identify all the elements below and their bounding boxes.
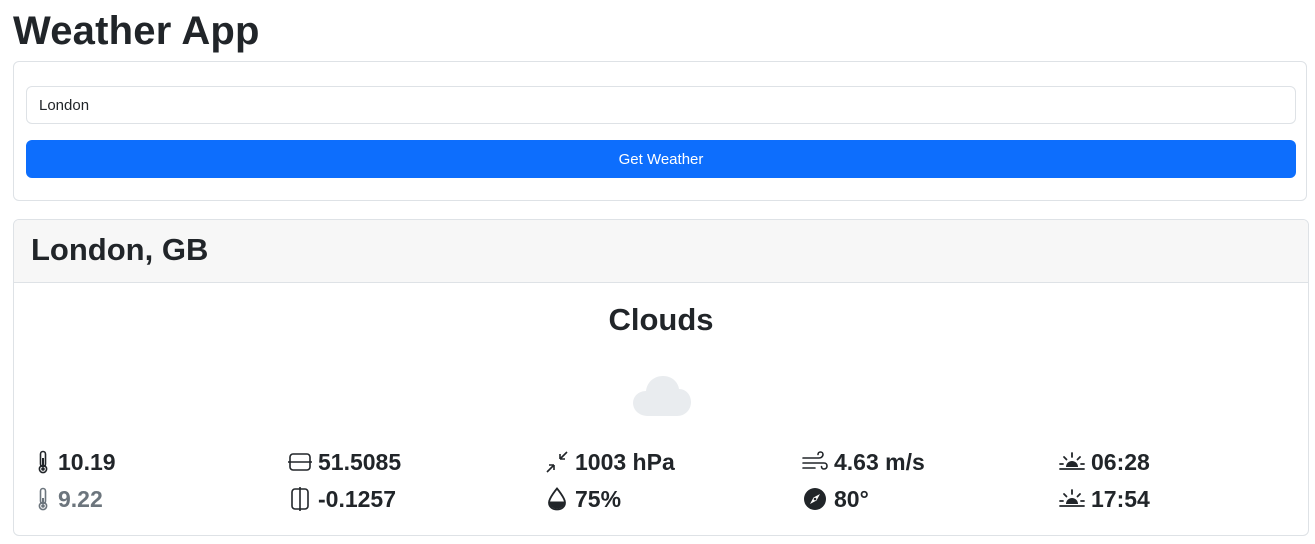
weather-app-page: Weather App Get Weather London, GB Cloud… [0, 0, 1315, 544]
wind-speed-stat: 4.63 m/s [800, 447, 925, 477]
thermometer-icon [32, 487, 54, 511]
feels-like-stat: 9.22 [32, 484, 103, 514]
feels-like-value: 9.22 [58, 485, 103, 512]
sunrise-stat: 06:28 [1057, 447, 1150, 477]
humidity-stat: 75% [543, 484, 621, 514]
condition-title: Clouds [608, 302, 714, 337]
sunrise-icon [1057, 450, 1087, 474]
thermometer-icon [32, 450, 54, 474]
sunset-value: 17:54 [1091, 485, 1150, 512]
wind-direction-stat: 80° [800, 484, 869, 514]
sunset-icon [1057, 487, 1087, 511]
weather-card-header: London, GB [14, 220, 1308, 283]
longitude-value: -0.1257 [318, 485, 397, 512]
search-card: Get Weather [13, 61, 1307, 201]
location-title: London, GB [31, 232, 209, 267]
wind-speed-value: 4.63 m/s [834, 448, 925, 475]
wind-direction-value: 80° [834, 485, 869, 512]
latitude-icon [286, 450, 314, 474]
longitude-stat: -0.1257 [286, 484, 396, 514]
humidity-value: 75% [575, 485, 622, 512]
app-title: Weather App [13, 9, 260, 53]
latitude-stat: 51.5085 [286, 447, 401, 477]
pressure-arrows-icon [543, 450, 571, 474]
pressure-stat: 1003 hPa [543, 447, 675, 477]
temperature-stat: 10.19 [32, 447, 116, 477]
sunrise-value: 06:28 [1091, 448, 1150, 475]
weather-result-card: London, GB Clouds 10.19 9.22 51.5085 -0.… [13, 219, 1309, 536]
temperature-value: 10.19 [58, 448, 116, 475]
longitude-icon [286, 487, 314, 511]
latitude-value: 51.5085 [318, 448, 402, 475]
wind-icon [800, 450, 830, 474]
get-weather-button[interactable]: Get Weather [26, 140, 1296, 178]
compass-icon [800, 487, 830, 511]
droplet-icon [543, 487, 571, 511]
cloud-icon [633, 376, 691, 416]
sunset-stat: 17:54 [1057, 484, 1150, 514]
city-input[interactable] [26, 86, 1296, 124]
pressure-value: 1003 hPa [575, 448, 675, 475]
